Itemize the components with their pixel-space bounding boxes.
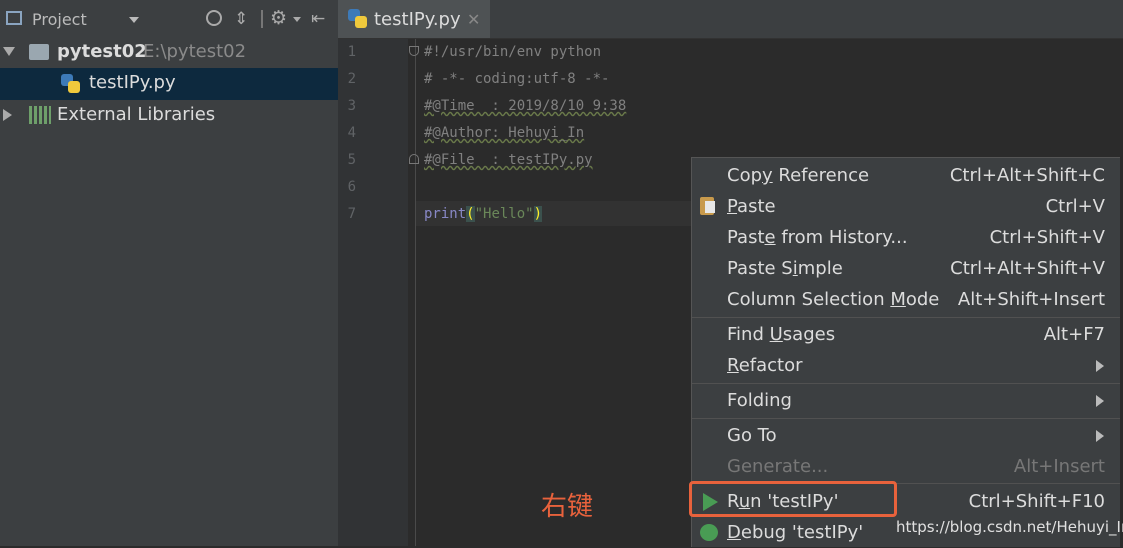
menu-separator <box>692 383 1120 384</box>
menu-item-generate[interactable]: Generate... Alt+Insert <box>692 451 1120 482</box>
project-view-icon[interactable] <box>6 11 22 25</box>
chevron-down-icon[interactable] <box>129 17 139 23</box>
folder-icon <box>29 44 49 60</box>
menu-item-paste[interactable]: Paste Ctrl+V <box>692 191 1120 222</box>
collapse-all-icon[interactable]: ⇕ <box>234 9 248 29</box>
menu-item-paste-from-history[interactable]: Paste from History... Ctrl+Shift+V <box>692 222 1120 253</box>
line-number: 4 <box>347 125 356 141</box>
chevron-down-small-icon[interactable] <box>293 17 301 22</box>
shortcut-column-selection: Alt+Shift+Insert <box>957 289 1105 310</box>
tab-label: testIPy.py <box>374 9 461 30</box>
menu-item-find-usages[interactable]: Find Usages Alt+F7 <box>692 319 1120 350</box>
fold-marker-icon[interactable] <box>409 46 419 56</box>
watermark: https://blog.csdn.net/Hehuyi_In <box>896 518 1123 536</box>
menu-separator <box>692 418 1120 419</box>
submenu-arrow-icon <box>1096 395 1104 407</box>
submenu-arrow-icon <box>1096 360 1104 372</box>
external-libraries-label: External Libraries <box>57 104 216 125</box>
menu-item-paste-simple[interactable]: Paste Simple Ctrl+Alt+Shift+V <box>692 253 1120 284</box>
close-icon[interactable]: ✕ <box>467 10 480 29</box>
code-line-5[interactable]: #@File : testIPy.py <box>424 152 593 168</box>
shortcut-paste-history: Ctrl+Shift+V <box>989 227 1105 248</box>
fold-marker-icon[interactable] <box>409 154 419 164</box>
menu-item-column-selection-mode[interactable]: Column Selection Mode Alt+Shift+Insert <box>692 284 1120 315</box>
file-name: testIPy.py <box>89 72 176 93</box>
code-line-7[interactable]: print("Hello") <box>424 206 543 222</box>
tab-testipy[interactable]: testIPy.py ✕ <box>338 0 490 38</box>
code-line-1[interactable]: #!/usr/bin/env python <box>424 44 601 60</box>
python-file-icon <box>348 9 368 29</box>
menu-item-copy-reference[interactable]: Copy Reference Ctrl+Alt+Shift+C <box>692 160 1120 191</box>
gutter-divider <box>415 39 416 546</box>
project-toolbar: Project ⇕ ⚙ ⇤ <box>0 0 338 38</box>
editor-gutter <box>338 39 408 546</box>
code-line-2[interactable]: # -*- coding:utf-8 -*- <box>424 71 609 87</box>
shortcut-find-usages: Alt+F7 <box>1043 324 1105 345</box>
project-panel: Project ⇕ ⚙ ⇤ pytest02 E:\pytest02 testI… <box>0 0 339 546</box>
debug-bug-icon <box>700 524 718 541</box>
line-number: 7 <box>347 206 356 222</box>
line-number: 3 <box>347 98 356 114</box>
highlight-box <box>689 481 897 517</box>
code-func: print <box>424 206 467 222</box>
code-paren-open: ( <box>466 206 475 222</box>
menu-item-refactor[interactable]: Refactor <box>692 350 1120 381</box>
tree-row-external-libraries[interactable]: External Libraries <box>0 100 338 132</box>
project-root-name: pytest02 <box>57 41 147 62</box>
shortcut-paste: Ctrl+V <box>1045 196 1105 217</box>
python-file-icon <box>61 74 81 94</box>
annotation-text: 右键 <box>541 492 594 522</box>
menu-item-folding[interactable]: Folding <box>692 385 1120 416</box>
line-number: 1 <box>347 44 356 60</box>
code-line-4[interactable]: #@Author: Hehuyi_In <box>424 125 584 141</box>
submenu-arrow-icon <box>1096 430 1104 442</box>
project-panel-title[interactable]: Project <box>32 10 87 29</box>
project-root-path: E:\pytest02 <box>143 41 247 62</box>
expand-arrow-icon[interactable] <box>3 47 15 56</box>
gear-icon[interactable]: ⚙ <box>270 7 287 29</box>
shortcut-generate: Alt+Insert <box>1013 456 1105 477</box>
hide-panel-icon[interactable]: ⇤ <box>311 9 325 29</box>
menu-item-go-to[interactable]: Go To <box>692 420 1120 451</box>
editor-tab-bar: testIPy.py ✕ <box>338 0 1123 39</box>
shortcut-copy-reference: Ctrl+Alt+Shift+C <box>949 165 1105 186</box>
code-paren-close: ) <box>533 206 543 222</box>
line-number: 6 <box>347 179 356 195</box>
code-line-3[interactable]: #@Time : 2019/8/10 9:38 <box>424 98 626 114</box>
tree-row-file[interactable]: testIPy.py <box>0 68 338 100</box>
shortcut-run: Ctrl+Shift+F10 <box>968 491 1105 512</box>
locate-target-icon[interactable] <box>206 10 222 26</box>
clipboard-icon <box>700 197 715 215</box>
divider <box>261 10 263 28</box>
shortcut-paste-simple: Ctrl+Alt+Shift+V <box>950 258 1105 279</box>
expand-arrow-right-icon[interactable] <box>3 109 12 121</box>
tree-row-project-root[interactable]: pytest02 E:\pytest02 <box>0 37 338 69</box>
line-number: 2 <box>347 71 356 87</box>
line-number: 5 <box>347 152 356 168</box>
menu-separator <box>692 317 1120 318</box>
code-string: "Hello" <box>474 206 534 222</box>
library-icon <box>29 106 51 124</box>
